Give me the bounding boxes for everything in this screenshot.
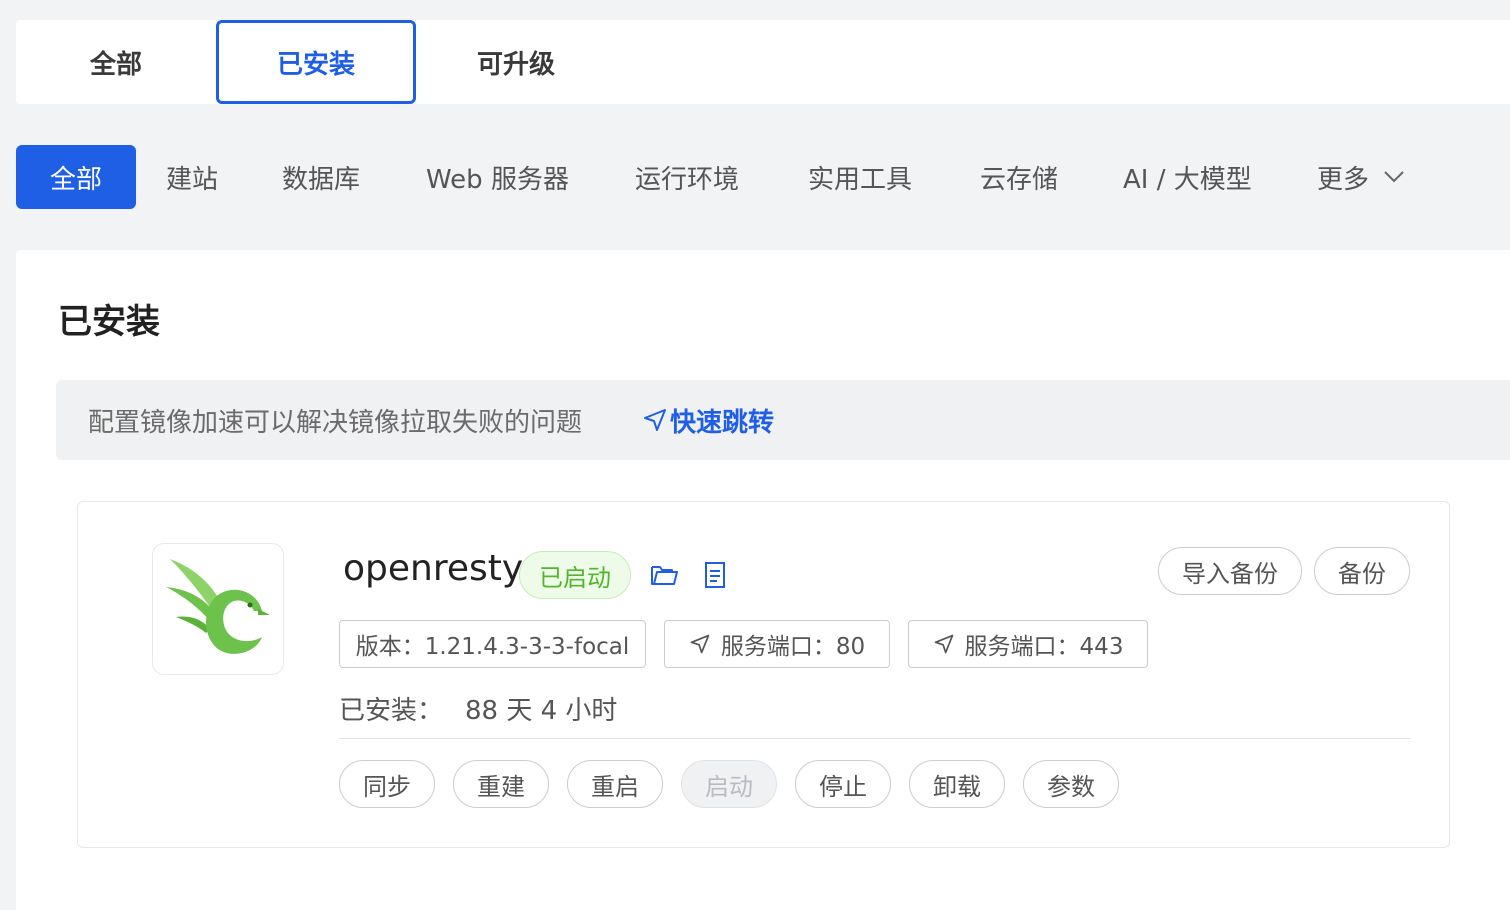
backup-button[interactable]: 备份 bbox=[1314, 547, 1410, 595]
category-website[interactable]: 建站 bbox=[166, 145, 218, 209]
installed-value: 88 天 4 小时 bbox=[465, 696, 618, 726]
status-badge: 已启动 bbox=[519, 551, 631, 599]
category-more[interactable]: 更多 bbox=[1317, 145, 1405, 209]
app-card: openresty 已启动 导入备份 备份 版本：1.21.4.3-3-3-fo… bbox=[77, 501, 1450, 848]
version-tag: 版本：1.21.4.3-3-3-focal bbox=[339, 620, 646, 668]
tab-upgradable[interactable]: 可升级 bbox=[416, 20, 616, 104]
page-title: 已安装 bbox=[58, 302, 160, 342]
port-tag-80[interactable]: 服务端口：80 bbox=[664, 620, 890, 668]
uninstall-button[interactable]: 卸载 bbox=[909, 760, 1005, 808]
openresty-logo bbox=[152, 543, 284, 675]
mirror-notice: 配置镜像加速可以解决镜像拉取失败的问题 快速跳转 bbox=[56, 380, 1510, 460]
divider bbox=[339, 738, 1411, 739]
tab-installed[interactable]: 已安装 bbox=[216, 20, 416, 104]
category-database[interactable]: 数据库 bbox=[282, 145, 360, 209]
notice-text: 配置镜像加速可以解决镜像拉取失败的问题 bbox=[88, 407, 583, 438]
params-button[interactable]: 参数 bbox=[1023, 760, 1119, 808]
folder-icon[interactable] bbox=[650, 562, 678, 588]
installed-panel: 已安装 配置镜像加速可以解决镜像拉取失败的问题 快速跳转 openresty 已… bbox=[16, 250, 1510, 910]
chevron-down-icon bbox=[1383, 170, 1405, 184]
installed-duration: 已安装： 88 天 4 小时 bbox=[339, 690, 617, 727]
tab-all[interactable]: 全部 bbox=[16, 20, 216, 104]
category-ai[interactable]: AI / 大模型 bbox=[1123, 145, 1252, 209]
category-web-server[interactable]: Web 服务器 bbox=[426, 145, 569, 209]
category-tools[interactable]: 实用工具 bbox=[808, 145, 912, 209]
send-arrow-icon bbox=[644, 409, 667, 431]
stop-button[interactable]: 停止 bbox=[795, 760, 891, 808]
port-label: 服务端口：443 bbox=[964, 634, 1124, 660]
category-more-label: 更多 bbox=[1317, 164, 1370, 195]
rebuild-button[interactable]: 重建 bbox=[453, 760, 549, 808]
start-button[interactable]: 启动 bbox=[681, 760, 777, 808]
port-tag-443[interactable]: 服务端口：443 bbox=[908, 620, 1148, 668]
installed-label: 已安装： bbox=[339, 696, 444, 726]
send-arrow-icon bbox=[690, 634, 710, 654]
document-icon[interactable] bbox=[704, 561, 726, 589]
send-arrow-icon bbox=[934, 634, 953, 654]
quick-jump-link[interactable]: 快速跳转 bbox=[642, 402, 774, 439]
quick-jump-label: 快速跳转 bbox=[670, 407, 775, 438]
category-filter-bar: 全部 建站 数据库 Web 服务器 运行环境 实用工具 云存储 AI / 大模型… bbox=[16, 145, 1510, 209]
category-all[interactable]: 全部 bbox=[16, 145, 136, 209]
sync-button[interactable]: 同步 bbox=[339, 760, 435, 808]
top-tab-bar: 全部 已安装 可升级 bbox=[16, 20, 1510, 104]
import-backup-button[interactable]: 导入备份 bbox=[1158, 547, 1302, 595]
category-cloud-storage[interactable]: 云存储 bbox=[980, 145, 1058, 209]
restart-button[interactable]: 重启 bbox=[567, 760, 663, 808]
port-label: 服务端口：80 bbox=[720, 634, 866, 660]
app-name: openresty bbox=[343, 548, 524, 589]
category-runtime[interactable]: 运行环境 bbox=[635, 145, 739, 209]
